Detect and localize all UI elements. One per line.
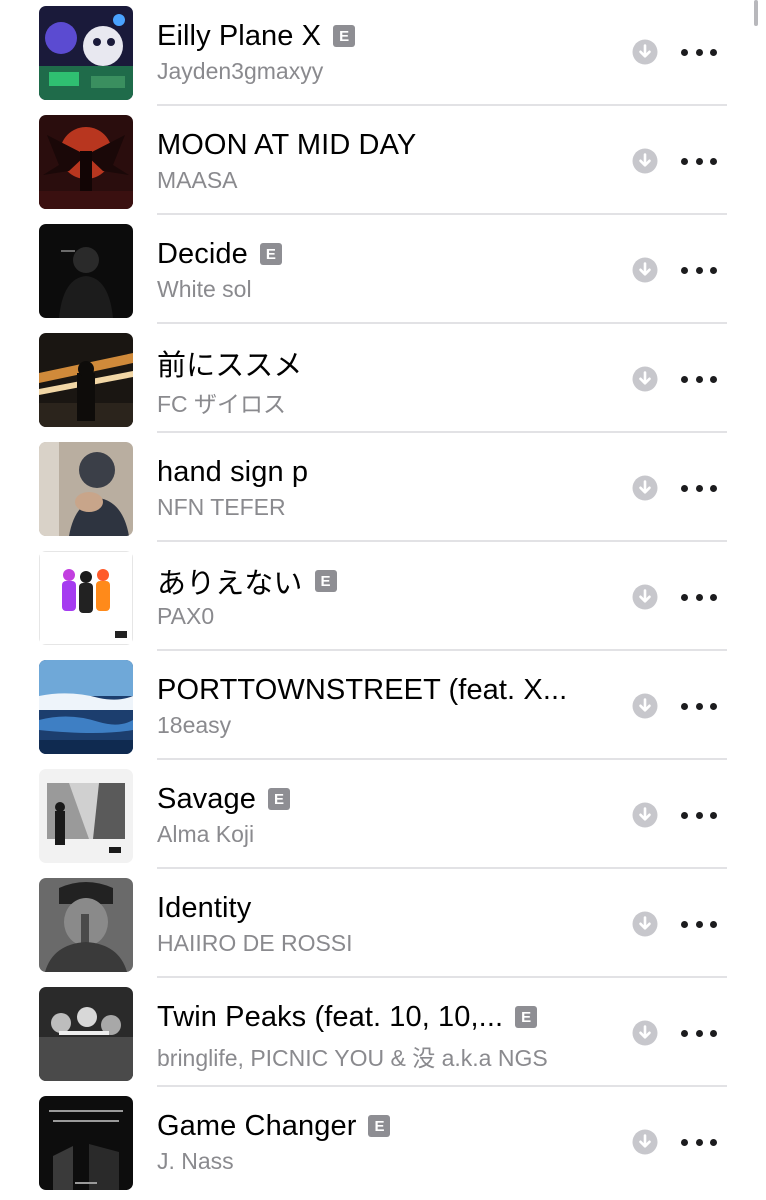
track-title-line: MOON AT MID DAY (157, 125, 416, 165)
track-row[interactable]: Game Changer E J. Nass (0, 1090, 766, 1199)
more-options-icon[interactable] (681, 583, 717, 611)
row-separator (157, 322, 727, 324)
explicit-badge: E (368, 1115, 391, 1137)
track-artist: 18easy (157, 712, 232, 738)
track-title: Game Changer (157, 1109, 357, 1142)
track-title-line: ありえない E (157, 561, 337, 601)
track-row[interactable]: PORTTOWNSTREET (feat. X... 18easy (0, 654, 766, 763)
explicit-badge: E (333, 25, 356, 47)
download-icon[interactable] (632, 584, 658, 610)
more-options-icon[interactable] (681, 801, 717, 829)
track-row[interactable]: Identity HAIIRO DE ROSSI (0, 872, 766, 981)
row-separator (157, 758, 727, 760)
track-artist: bringlife, PICNIC YOU & 没 a.k.a NGS (157, 1045, 548, 1071)
download-icon[interactable] (632, 257, 658, 283)
artwork-dark-hooded-figure (39, 224, 133, 318)
download-icon[interactable] (632, 475, 658, 501)
explicit-badge: E (259, 243, 282, 265)
artwork-harbor-painting (39, 660, 133, 754)
track-title: ありえない (157, 568, 303, 600)
artwork-game-changer-cover (39, 1096, 133, 1190)
track-artist: Alma Koji (157, 821, 255, 847)
track-row[interactable]: Savage E Alma Koji (0, 763, 766, 872)
explicit-badge: E (267, 788, 290, 810)
track-artist: PAX0 (157, 603, 215, 629)
artwork-three-figures (39, 551, 133, 645)
artwork-cartoon-characters (39, 6, 133, 100)
download-icon[interactable] (632, 1020, 658, 1046)
row-separator (157, 867, 727, 869)
explicit-badge: E (515, 1006, 538, 1028)
more-options-icon[interactable] (681, 1019, 717, 1047)
more-options-icon[interactable] (681, 692, 717, 720)
track-row[interactable]: 前にススメ FC ザイロス (0, 327, 766, 436)
more-options-icon[interactable] (681, 256, 717, 284)
explicit-badge: E (314, 570, 337, 592)
more-options-icon[interactable] (681, 147, 717, 175)
track-title: Eilly Plane X (157, 19, 322, 52)
track-artist: FC ザイロス (157, 391, 287, 417)
more-options-icon[interactable] (681, 474, 717, 502)
track-title: 前にススメ (157, 350, 303, 382)
artwork-monochrome-portrait (39, 878, 133, 972)
artwork-night-highway (39, 333, 133, 427)
track-row[interactable]: Twin Peaks (feat. 10, 10,... E bringlife… (0, 981, 766, 1090)
track-row[interactable]: Eilly Plane X E Jayden3gmaxyy (0, 0, 766, 109)
track-artist: HAIIRO DE ROSSI (157, 930, 353, 956)
track-row[interactable]: Decide E White sol (0, 218, 766, 327)
track-title: Decide (157, 237, 248, 270)
track-title-line: Twin Peaks (feat. 10, 10,... E (157, 997, 538, 1037)
track-title: Savage (157, 782, 256, 815)
artwork-hand-sign-photo (39, 442, 133, 536)
track-row[interactable]: MOON AT MID DAY MAASA (0, 109, 766, 218)
download-icon[interactable] (632, 802, 658, 828)
track-title-line: Game Changer E (157, 1106, 391, 1146)
track-title-line: 前にススメ (157, 343, 303, 383)
more-options-icon[interactable] (681, 38, 717, 66)
track-title-line: Savage E (157, 779, 290, 819)
track-artist: White sol (157, 276, 252, 302)
row-separator (157, 649, 727, 651)
more-options-icon[interactable] (681, 910, 717, 938)
more-options-icon[interactable] (681, 1128, 717, 1156)
track-title-line: PORTTOWNSTREET (feat. X... (157, 670, 567, 710)
track-title: Identity (157, 891, 252, 924)
track-title-line: Decide E (157, 234, 282, 274)
track-title: hand sign p (157, 455, 309, 488)
row-separator (157, 1085, 727, 1087)
download-icon[interactable] (632, 366, 658, 392)
row-separator (157, 540, 727, 542)
row-separator (157, 431, 727, 433)
track-row[interactable]: hand sign p NFN TEFER (0, 436, 766, 545)
more-options-icon[interactable] (681, 365, 717, 393)
download-icon[interactable] (632, 1129, 658, 1155)
track-artist: MAASA (157, 167, 238, 193)
row-separator (157, 976, 727, 978)
download-icon[interactable] (632, 148, 658, 174)
track-artist: Jayden3gmaxyy (157, 58, 324, 84)
track-title: PORTTOWNSTREET (feat. X... (157, 673, 568, 706)
track-title-line: hand sign p (157, 452, 308, 492)
track-artist: J. Nass (157, 1148, 234, 1174)
row-separator (157, 104, 727, 106)
artwork-winged-figure (39, 115, 133, 209)
track-title: Twin Peaks (feat. 10, 10,... (157, 1000, 504, 1033)
download-icon[interactable] (632, 911, 658, 937)
track-artist: NFN TEFER (157, 494, 286, 520)
track-row[interactable]: ありえない E PAX0 (0, 545, 766, 654)
artwork-group-photo (39, 987, 133, 1081)
download-icon[interactable] (632, 39, 658, 65)
track-title: MOON AT MID DAY (157, 128, 417, 161)
row-separator (157, 213, 727, 215)
artwork-monochrome-street (39, 769, 133, 863)
download-icon[interactable] (632, 693, 658, 719)
track-title-line: Identity (157, 888, 251, 928)
track-title-line: Eilly Plane X E (157, 16, 356, 56)
